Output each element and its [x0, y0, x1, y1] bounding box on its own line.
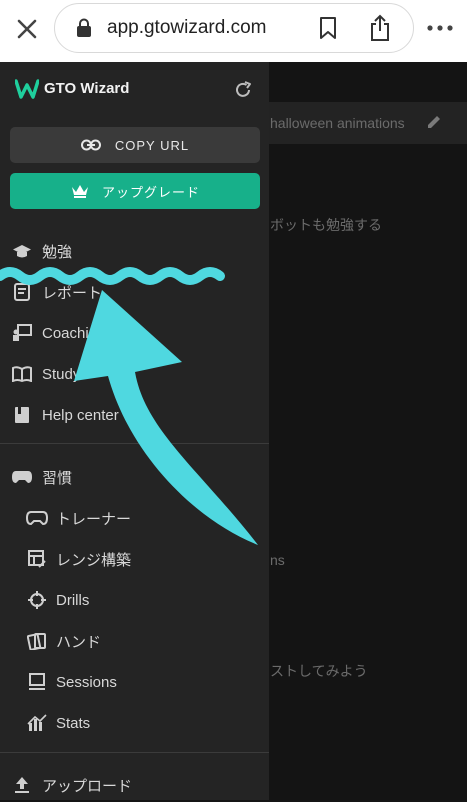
sidebar-item-report[interactable]: レポート: [0, 275, 269, 309]
divider: [0, 443, 269, 444]
cards-icon: [26, 631, 48, 651]
sidebar-item-label: アップロード: [42, 777, 133, 795]
sidebar-item-study-jp[interactable]: 勉強: [0, 234, 269, 268]
sidebar-item-label: 習慣: [42, 469, 73, 487]
monitor-icon: [26, 672, 48, 692]
sidebar-item-range-builder[interactable]: レンジ構築: [0, 542, 269, 576]
gto-wizard-logo-icon: [15, 79, 39, 99]
crown-icon: [71, 185, 88, 198]
close-icon[interactable]: [12, 14, 42, 44]
copy-url-button[interactable]: COPY URL: [10, 127, 260, 163]
range-builder-icon: [26, 549, 48, 569]
book-icon: [11, 364, 33, 384]
copy-url-label: COPY URL: [114, 137, 190, 153]
bookmark-icon[interactable]: [317, 16, 339, 40]
sidebar-item-coaching[interactable]: Coaching: [0, 316, 269, 350]
address-bar[interactable]: app.gtowizard.com: [54, 3, 414, 53]
background-text-1: ボットも勉強する: [270, 217, 382, 233]
sidebar-item-label: Sessions: [56, 673, 117, 691]
upload-icon: [11, 775, 33, 795]
sidebar-item-drills[interactable]: Drills: [0, 583, 269, 617]
sidebar-item-help-center[interactable]: Help center: [0, 398, 269, 432]
sidebar-item-label: Help center: [42, 406, 119, 424]
sidebar-item-label: Study: [42, 365, 81, 383]
graduation-cap-icon: [11, 241, 33, 261]
sidebar-item-label: Stats: [56, 714, 91, 732]
sidebar-item-label: Drills: [56, 591, 90, 609]
sidebar-item-label: レポート: [42, 284, 103, 302]
help-book-icon: [11, 405, 33, 425]
edit-icon: [428, 116, 440, 128]
sidebar: GTO Wizard COPY URL アップグレード 勉強 レポート Coac…: [0, 62, 269, 800]
sidebar-item-sessions[interactable]: Sessions: [0, 665, 269, 699]
crosshair-icon: [26, 590, 48, 610]
sidebar-header: GTO Wizard: [0, 62, 269, 118]
logo-text: GTO Wizard: [44, 80, 130, 97]
announcement-text: halloween animations: [270, 115, 405, 131]
background-text-3: ストしてみよう: [270, 663, 368, 679]
divider: [0, 752, 269, 753]
sidebar-item-trainer[interactable]: トレーナー: [0, 501, 269, 535]
share-icon[interactable]: [368, 14, 392, 42]
sidebar-item-stats[interactable]: Stats: [0, 706, 269, 740]
sidebar-item-label: ハンド: [56, 633, 102, 651]
sidebar-item-label: トレーナー: [56, 510, 132, 528]
sidebar-item-label: レンジ構築: [56, 551, 132, 569]
sidebar-item-hands[interactable]: ハンド: [0, 624, 269, 658]
sidebar-item-label: 勉強: [42, 243, 73, 261]
sidebar-item-label: Coaching: [42, 324, 106, 342]
url-text: app.gtowizard.com: [107, 17, 267, 38]
sidebar-item-practice[interactable]: 習慣: [0, 460, 269, 494]
more-icon[interactable]: [424, 18, 456, 38]
report-icon: [11, 282, 33, 302]
sidebar-item-study[interactable]: Study: [0, 357, 269, 391]
lock-icon: [77, 18, 91, 37]
upgrade-label: アップグレード: [101, 185, 200, 201]
browser-toolbar: app.gtowizard.com: [0, 0, 467, 62]
stats-icon: [26, 713, 48, 733]
link-icon: [80, 139, 101, 151]
refresh-icon[interactable]: [232, 79, 254, 101]
coaching-icon: [11, 323, 33, 343]
background-text-2: ns: [270, 552, 285, 568]
gamepad-icon: [11, 467, 33, 487]
gamepad-icon: [26, 508, 48, 528]
sidebar-item-upload[interactable]: アップロード: [0, 768, 269, 802]
upgrade-button[interactable]: アップグレード: [10, 173, 260, 209]
announcement-strip: halloween animations: [268, 102, 467, 144]
